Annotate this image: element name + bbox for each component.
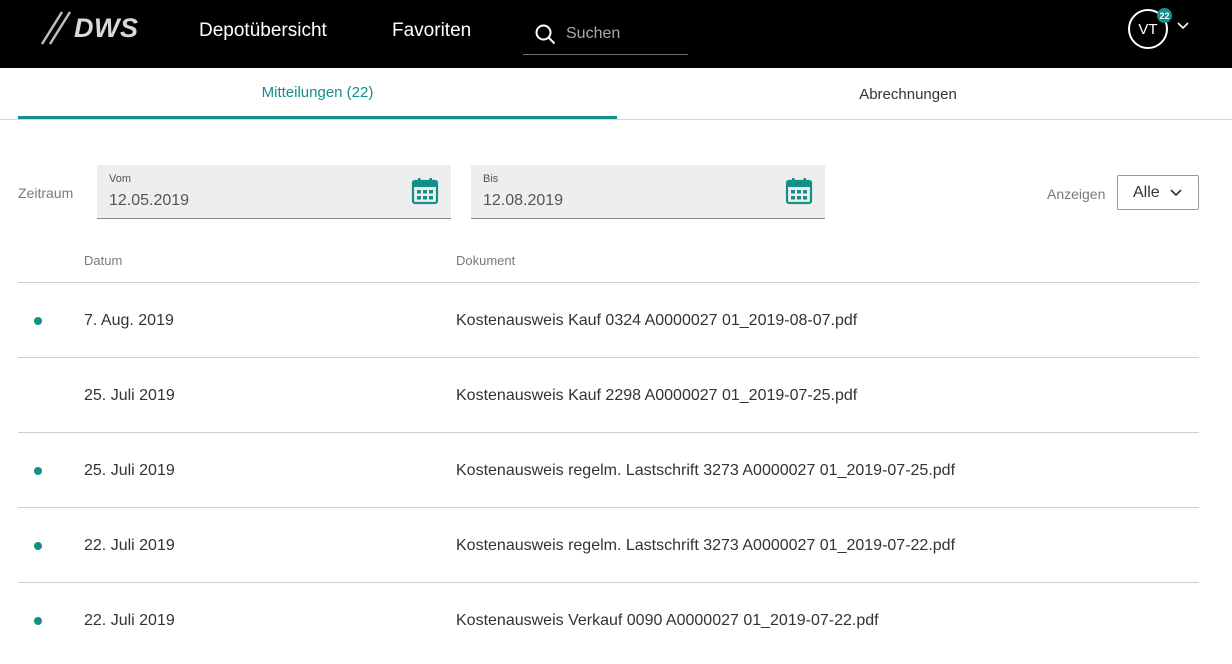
table-row[interactable]: 22. Juli 2019 Kostenausweis regelm. Last… [18,508,1199,583]
unread-indicator [34,467,42,475]
column-header-dokument[interactable]: Dokument [456,253,515,268]
row-document-link[interactable]: Kostenausweis regelm. Lastschrift 3273 A… [456,462,955,480]
chevron-down-icon[interactable] [1177,22,1189,30]
search-icon[interactable] [535,24,556,45]
table-row[interactable]: 7. Aug. 2019 Kostenausweis Kauf 0324 A00… [18,283,1199,358]
notification-badge: 22 [1157,8,1172,23]
tab-abrechnungen[interactable]: Abrechnungen [617,68,1199,120]
unread-indicator [34,542,42,550]
calendar-icon[interactable] [785,177,813,205]
search-input[interactable] [566,25,676,43]
calendar-icon[interactable] [411,177,439,205]
row-date: 25. Juli 2019 [84,462,175,479]
date-from-label: Vom [109,173,132,185]
logo-text: DWS [74,12,139,43]
row-document-link[interactable]: Kostenausweis Kauf 0324 A0000027 01_2019… [456,312,857,330]
nav-favoriten[interactable]: Favoriten [392,20,471,42]
row-document-link[interactable]: Kostenausweis regelm. Lastschrift 3273 A… [456,537,955,555]
nav-depotuebersicht[interactable]: Depotübersicht [199,20,327,42]
row-date: 7. Aug. 2019 [84,312,174,329]
chevron-down-icon [1170,189,1182,197]
row-date: 22. Juli 2019 [84,612,175,629]
tab-bar: Mitteilungen (22) Abrechnungen [0,68,1232,120]
unread-indicator [34,617,42,625]
search-box[interactable] [523,14,688,55]
row-document-link[interactable]: Kostenausweis Verkauf 0090 A0000027 01_2… [456,612,879,630]
tab-mitteilungen[interactable]: Mitteilungen (22) [18,68,617,119]
zeitraum-label: Zeitraum [18,185,74,201]
row-document-link[interactable]: Kostenausweis Kauf 2298 A0000027 01_2019… [456,387,857,405]
logo-slashes-icon [40,11,72,45]
show-filter-value: Alle [1133,183,1160,201]
unread-indicator [34,317,42,325]
column-header-datum[interactable]: Datum [84,253,122,268]
table-row[interactable]: 25. Juli 2019 Kostenausweis Kauf 2298 A0… [18,358,1199,433]
date-to-value[interactable]: 12.08.2019 [483,192,563,210]
row-date: 22. Juli 2019 [84,537,175,554]
date-to-label: Bis [483,173,499,185]
anzeigen-label: Anzeigen [1047,186,1106,202]
show-filter-select[interactable]: Alle [1117,175,1199,210]
row-date: 25. Juli 2019 [84,387,175,404]
date-from-field[interactable]: Vom 12.05.2019 [97,165,451,219]
top-navigation-bar: DWS Depotübersicht Favoriten VT 22 [0,0,1232,68]
dws-logo[interactable]: DWS [40,10,139,46]
date-from-value[interactable]: 12.05.2019 [109,192,189,210]
table-row[interactable]: 22. Juli 2019 Kostenausweis Verkauf 0090… [18,583,1199,658]
date-to-field[interactable]: Bis 12.08.2019 [471,165,825,219]
table-row[interactable]: 25. Juli 2019 Kostenausweis regelm. Last… [18,433,1199,508]
